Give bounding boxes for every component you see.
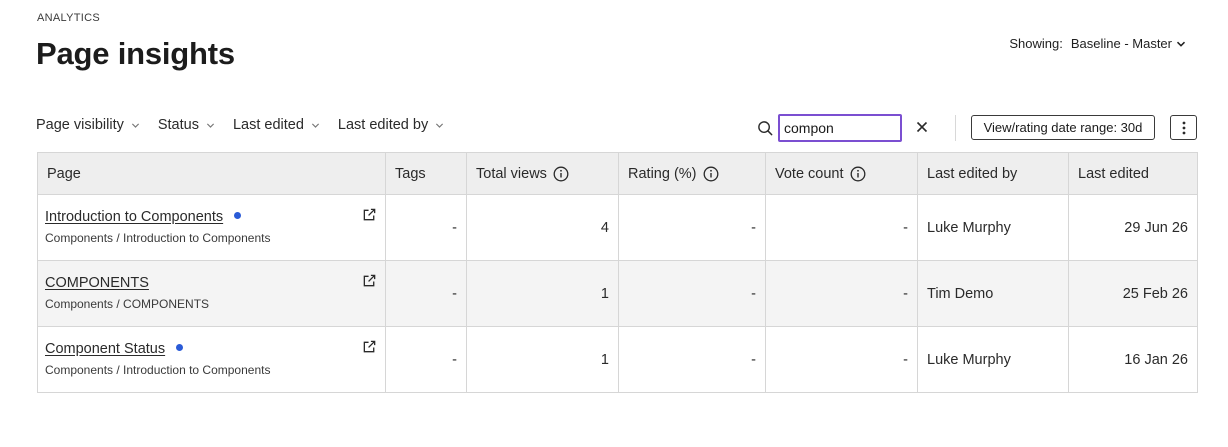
status-dot <box>234 211 242 219</box>
editor-cell: Luke Murphy <box>917 194 1069 261</box>
page-cell: COMPONENTS Components / COMPONENTS <box>37 260 386 327</box>
page-insights-table: Page Tags Total views Rating (%) Vote co… <box>37 152 1198 393</box>
rating-cell: - <box>618 260 766 327</box>
votes-cell: - <box>765 326 918 393</box>
info-icon[interactable] <box>553 166 569 182</box>
column-header-rating[interactable]: Rating (%) <box>618 152 766 195</box>
filter-last-edited-by[interactable]: Last edited by <box>338 117 444 133</box>
page-title-link[interactable]: Introduction to Components <box>45 209 223 225</box>
filter-bar: Page visibility Status Last edited Last … <box>36 117 462 133</box>
close-icon <box>916 121 928 133</box>
filter-last-edited[interactable]: Last edited <box>233 117 320 133</box>
page-title-link[interactable]: COMPONENTS <box>45 275 149 291</box>
external-link-icon[interactable] <box>362 339 377 354</box>
page-breadcrumb: Components / Introduction to Components <box>45 363 271 377</box>
table-row: COMPONENTS Components / COMPONENTS - 1 -… <box>37 260 1198 327</box>
edited-date-cell: 29 Jun 26 <box>1068 194 1198 261</box>
external-link-icon[interactable] <box>362 207 377 222</box>
table-header-row: Page Tags Total views Rating (%) Vote co… <box>37 152 1198 195</box>
showing-label: Showing: <box>1009 36 1063 51</box>
edited-date-cell: 25 Feb 26 <box>1068 260 1198 327</box>
views-cell: 4 <box>466 194 619 261</box>
status-dot <box>176 343 184 351</box>
filter-status[interactable]: Status <box>158 117 215 133</box>
column-header-last-edited[interactable]: Last edited <box>1068 152 1198 195</box>
branch-dropdown[interactable]: Baseline - Master <box>1071 36 1186 51</box>
clear-search-button[interactable] <box>912 117 932 137</box>
chevron-down-icon <box>131 122 139 128</box>
section-eyebrow: ANALYTICS <box>37 12 101 24</box>
rating-cell: - <box>618 194 766 261</box>
filter-label: Page visibility <box>36 117 124 133</box>
page-title-link[interactable]: Component Status <box>45 341 165 357</box>
column-header-total-views[interactable]: Total views <box>466 152 619 195</box>
search-input[interactable] <box>778 114 902 142</box>
column-header-last-edited-by[interactable]: Last edited by <box>917 152 1069 195</box>
rating-cell: - <box>618 326 766 393</box>
page-breadcrumb: Components / Introduction to Components <box>45 231 271 245</box>
views-cell: 1 <box>466 326 619 393</box>
table-row: Component Status Components / Introducti… <box>37 326 1198 393</box>
editor-cell: Luke Murphy <box>917 326 1069 393</box>
date-range-button[interactable]: View/rating date range: 30d <box>971 115 1155 140</box>
column-header-page[interactable]: Page <box>37 152 386 195</box>
toolbar-divider <box>955 115 956 141</box>
search-icon <box>758 121 773 136</box>
filter-label: Last edited by <box>337 117 429 133</box>
info-icon[interactable] <box>703 166 719 182</box>
column-header-tags[interactable]: Tags <box>385 152 467 195</box>
tags-cell: - <box>385 260 467 327</box>
more-options-button[interactable] <box>1170 115 1197 140</box>
tags-cell: - <box>385 326 467 393</box>
editor-cell: Tim Demo <box>917 260 1069 327</box>
chevron-down-icon <box>1176 41 1186 47</box>
views-cell: 1 <box>466 260 619 327</box>
page-title: Page insights <box>36 36 235 71</box>
chevron-down-icon <box>436 122 444 128</box>
page-cell: Component Status Components / Introducti… <box>37 326 386 393</box>
page-breadcrumb: Components / COMPONENTS <box>45 297 210 311</box>
filter-page-visibility[interactable]: Page visibility <box>36 117 140 133</box>
filter-label: Status <box>157 117 199 133</box>
branch-dropdown-value: Baseline - Master <box>1070 36 1172 51</box>
external-link-icon[interactable] <box>362 273 377 288</box>
column-header-vote-count[interactable]: Vote count <box>765 152 918 195</box>
votes-cell: - <box>765 260 918 327</box>
edited-date-cell: 16 Jan 26 <box>1068 326 1198 393</box>
chevron-down-icon <box>206 122 215 128</box>
votes-cell: - <box>765 194 918 261</box>
filter-label: Last edited <box>232 117 304 133</box>
more-vertical-icon <box>1182 121 1185 134</box>
table-row: Introduction to Components Components / … <box>37 194 1198 261</box>
showing-selector: Showing: Baseline - Master <box>1009 36 1186 51</box>
tags-cell: - <box>385 194 467 261</box>
page-cell: Introduction to Components Components / … <box>37 194 386 261</box>
chevron-down-icon <box>311 122 319 128</box>
info-icon[interactable] <box>850 166 866 182</box>
